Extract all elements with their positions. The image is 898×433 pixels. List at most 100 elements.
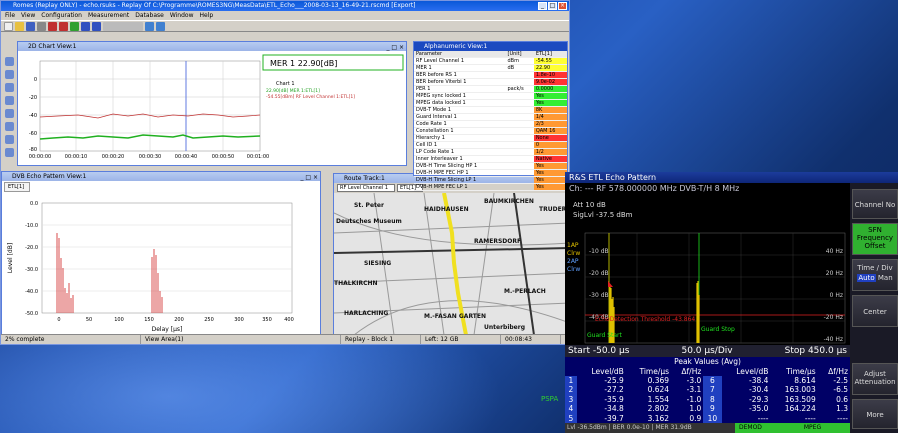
- alpha-row[interactable]: DVB-H Time Slicing LP 1 Yes: [414, 176, 567, 184]
- peak-cell: -38.4: [749, 375, 769, 385]
- alpha-row[interactable]: DVB-H MPE FEC LP 1 Yes: [414, 183, 567, 191]
- chart2d-ytick: 0: [34, 77, 37, 83]
- menu-measurement[interactable]: Measurement: [88, 11, 129, 20]
- peak-cell: 0.624: [647, 385, 670, 395]
- alpha-row[interactable]: Cell ID 1 0: [414, 141, 567, 149]
- print-icon[interactable]: [37, 22, 46, 31]
- tool-icon[interactable]: [5, 122, 14, 131]
- new-icon[interactable]: [4, 22, 13, 31]
- softkey-channel-no[interactable]: Channel No: [852, 189, 898, 219]
- etl-span-bar: Start -50.0 µs 50.0 µs/Div Stop 450.0 µs: [565, 345, 850, 357]
- pspa-label: PSPA: [541, 395, 559, 403]
- tool-icon[interactable]: [5, 96, 14, 105]
- play-icon[interactable]: [70, 22, 79, 31]
- alpha-cell-u: [505, 71, 534, 79]
- peak-cell: 8: [703, 394, 722, 404]
- window-controls[interactable]: _ □ ×: [386, 43, 404, 52]
- menu-database[interactable]: Database: [135, 11, 164, 20]
- stop-icon[interactable]: [59, 22, 68, 31]
- chart2d-titlebar[interactable]: 2D Chart View:1 _ □ ×: [18, 42, 406, 51]
- alpha-row[interactable]: LP Code Rate 1 1/2: [414, 148, 567, 156]
- chart2d-ytick: -40: [29, 113, 37, 119]
- tool-icon[interactable]: [5, 70, 14, 79]
- alpha-row[interactable]: Constellation 1 QAM 16: [414, 127, 567, 135]
- alpha-row[interactable]: BER before RS 1 1.8e-10: [414, 71, 567, 79]
- map-label: M.-PERLACH: [504, 288, 546, 295]
- map-label: M.-FASAN GARTEN: [424, 313, 486, 320]
- save-icon[interactable]: [26, 22, 35, 31]
- man-option[interactable]: Man: [878, 274, 893, 282]
- left-tick: -10 dB: [589, 248, 609, 255]
- record-icon[interactable]: [48, 22, 57, 31]
- tool-icon[interactable]: [5, 83, 14, 92]
- alpha-row[interactable]: RF Level Channel 1 dBm -54.55: [414, 57, 567, 65]
- alpha-row[interactable]: MPEG sync locked 1 Yes: [414, 92, 567, 100]
- tool-icon[interactable]: [5, 135, 14, 144]
- menu-configuration[interactable]: Configuration: [41, 11, 82, 20]
- etl-siglvl: SigLvl -37.5 dBm: [573, 211, 633, 219]
- alpha-row[interactable]: MPEG data locked 1 Yes: [414, 99, 567, 107]
- map-label: HAIDHAUSEN: [424, 206, 469, 213]
- alpha-cell-p: BER before RS 1: [414, 71, 506, 79]
- alpha-row[interactable]: DVB-H MPE FEC HP 1 Yes: [414, 169, 567, 177]
- alpha-titlebar[interactable]: Alphanumeric View:1: [414, 42, 567, 51]
- menu-window[interactable]: Window: [170, 11, 194, 20]
- menu-view[interactable]: View: [21, 11, 35, 20]
- echo-window: DVB Echo Pattern View:1 _ □ × ETL[1] 0.0 …: [1, 171, 321, 336]
- map-label: RAMERSDORF: [474, 238, 521, 245]
- echo-xtick: 50: [86, 317, 92, 323]
- peak-cell: -27.2: [604, 385, 624, 395]
- peak-cell: 8.614: [794, 375, 816, 385]
- alpha-row[interactable]: Inner Interleaver 1 Native: [414, 155, 567, 163]
- menu-help[interactable]: Help: [200, 11, 214, 20]
- echo-xlabel: Delay [µs]: [152, 326, 183, 333]
- etl-channel-info: Ch: --- RF 578.000000 MHz DVB-T/H 8 MHz: [565, 183, 898, 195]
- alpha-cell-u: [505, 134, 534, 142]
- maximize-button[interactable]: □: [548, 2, 557, 10]
- alpha-row[interactable]: Code Rate 1 2/3: [414, 120, 567, 128]
- alpha-row[interactable]: BER before Viterbi 1 9.0e-02: [414, 78, 567, 86]
- echo-ylabel: Level [dB]: [7, 243, 14, 273]
- peak-col-header: Δf/Hz: [828, 366, 848, 376]
- slider-icon[interactable]: [103, 22, 143, 31]
- window-controls[interactable]: _ □ ×: [300, 173, 318, 182]
- step-icon[interactable]: [92, 22, 101, 31]
- alpha-cell-p: DVB-T Mode 1: [414, 106, 506, 114]
- softkey-more[interactable]: More: [852, 399, 898, 429]
- tool-icon[interactable]: [5, 57, 14, 66]
- alpha-row[interactable]: Guard Interval 1 1/4: [414, 113, 567, 121]
- auto-option[interactable]: Auto: [857, 274, 876, 282]
- echo-titlebar[interactable]: DVB Echo Pattern View:1 _ □ ×: [2, 172, 320, 181]
- softkey-sfn-frequency-offset[interactable]: SFN Frequency Offset: [852, 223, 898, 255]
- alpha-row[interactable]: PER 1 pack/s 0.0000: [414, 85, 567, 93]
- peak-row: 2 -27.2 0.624 -3.1 7 -30.4 163.003 -6.5: [565, 385, 850, 395]
- zoom-icon[interactable]: [145, 22, 154, 31]
- route-parameter-select[interactable]: RF Level Channel 1: [337, 184, 395, 192]
- softkey-adjust-attenuation[interactable]: Adjust Attenuation: [852, 363, 898, 395]
- peak-cell: 6: [703, 375, 722, 386]
- minimize-button[interactable]: _: [538, 2, 547, 10]
- alpha-cell-u: [505, 92, 534, 100]
- echo-ytick: 0.0: [30, 201, 38, 207]
- peak-cell: -25.9: [604, 375, 624, 385]
- alpha-cell-v: Yes: [533, 183, 567, 191]
- alpha-row[interactable]: DVB-H Time Slicing HP 1 Yes: [414, 162, 567, 170]
- alpha-row[interactable]: Hierarchy 1 None: [414, 134, 567, 142]
- tool-icon[interactable]: [5, 109, 14, 118]
- tool-icon[interactable]: [5, 148, 14, 157]
- alpha-row[interactable]: DVB-T Mode 1 8K: [414, 106, 567, 114]
- open-icon[interactable]: [15, 22, 24, 31]
- help-icon[interactable]: [156, 22, 165, 31]
- app-titlebar[interactable]: Romes (Replay ONLY) - echo.rsuks - Repla…: [1, 1, 569, 11]
- alpha-row[interactable]: MER 1 dB 22.90: [414, 64, 567, 72]
- pause-icon[interactable]: [81, 22, 90, 31]
- route-map[interactable]: St. Peter Deutsches Museum HAIDHAUSEN BA…: [333, 192, 571, 336]
- echo-tab[interactable]: ETL[1]: [4, 182, 30, 192]
- softkey-center[interactable]: Center: [852, 295, 898, 327]
- close-button[interactable]: ×: [558, 2, 567, 10]
- menu-file[interactable]: File: [5, 11, 15, 20]
- softkey-time-div[interactable]: Time / Div Auto Man: [852, 259, 898, 291]
- status-tab[interactable]: View Area(1): [141, 335, 341, 344]
- peak-cell: 0.6: [836, 394, 848, 404]
- peak-cell: 3: [565, 394, 577, 404]
